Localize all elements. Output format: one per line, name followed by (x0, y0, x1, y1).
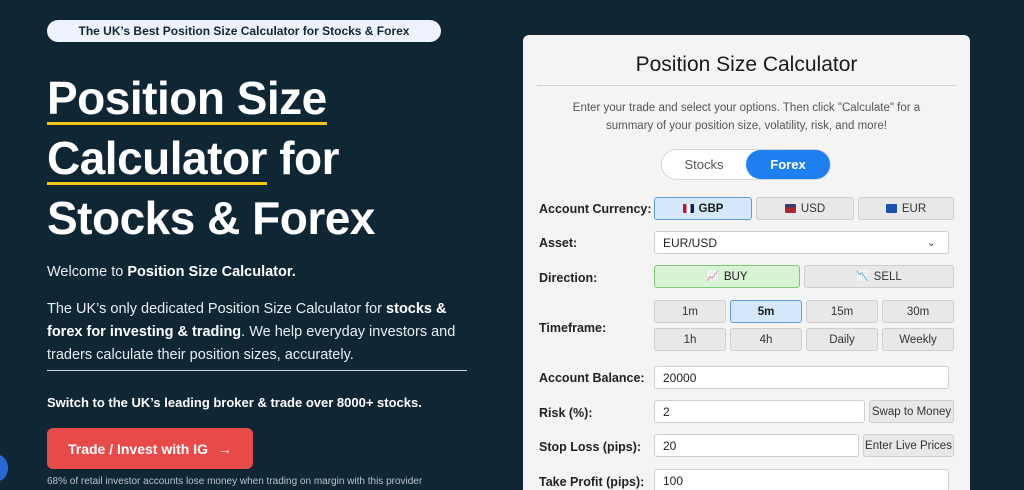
timeframe-daily-button[interactable]: Daily (806, 328, 878, 351)
asset-label: Asset: (539, 236, 578, 250)
top-banner: The UK’s Best Position Size Calculator f… (47, 20, 441, 42)
chart-down-icon: 📉 (856, 271, 869, 282)
take-profit-input[interactable]: 100 (654, 469, 949, 490)
trade-with-ig-button[interactable]: Trade / Invest with IG → (47, 428, 253, 469)
welcome-product-name: Position Size Calculator. (127, 264, 296, 280)
timeframe-1m-button[interactable]: 1m (654, 300, 726, 323)
timeframe-1h-button[interactable]: 1h (654, 328, 726, 351)
arrow-right-icon: → (218, 440, 233, 457)
stop-loss-label: Stop Loss (pips): (539, 440, 642, 454)
intro-paragraph: The UK’s only dedicated Position Size Ca… (47, 298, 467, 367)
enter-live-prices-button[interactable]: Enter Live Prices (863, 434, 954, 457)
mode-toggle: Stocks Forex (661, 149, 831, 180)
buy-label: BUY (723, 270, 748, 283)
timeframe-label: Timeframe: (539, 321, 607, 335)
chat-widget-button[interactable] (0, 455, 8, 481)
take-profit-label: Take Profit (pips): (539, 475, 645, 489)
title-line-3: Stocks & Forex (47, 192, 375, 244)
account-balance-input[interactable]: 20000 (654, 366, 949, 389)
page-title: Position Size Calculator for Stocks & Fo… (47, 68, 487, 248)
intro-part-1: The UK’s only dedicated Position Size Ca… (47, 301, 387, 317)
welcome-text: Welcome to Position Size Calculator. (47, 264, 296, 280)
timeframe-5m-button[interactable]: 5m (730, 300, 802, 323)
tab-stocks[interactable]: Stocks (662, 150, 746, 179)
direction-label: Direction: (539, 271, 598, 285)
title-line-1: Position Size (47, 72, 327, 125)
welcome-prefix: Welcome to (47, 264, 128, 280)
risk-input[interactable]: 2 (654, 400, 865, 423)
dollar-bill-icon (784, 204, 796, 213)
calculator-description: Enter your trade and select your options… (572, 102, 921, 132)
account-balance-label: Account Balance: (539, 371, 645, 385)
currency-usd-label: USD (800, 202, 826, 215)
currency-eur-label: EUR (901, 202, 927, 215)
switch-broker-text: Switch to the UK’s leading broker & trad… (47, 395, 422, 410)
title-line-2-rest: for (266, 132, 340, 184)
sell-button[interactable]: 📉 SELL (804, 265, 954, 288)
chart-up-icon: 📈 (706, 271, 719, 282)
title-divider (537, 85, 956, 86)
divider (47, 370, 467, 371)
timeframe-weekly-button[interactable]: Weekly (882, 328, 954, 351)
cta-label: Trade / Invest with IG (67, 440, 209, 457)
timeframe-15m-button[interactable]: 15m (806, 300, 878, 323)
banner-text: The UK’s Best Position Size Calculator f… (78, 24, 410, 38)
risk-label: Risk (%): (539, 406, 593, 420)
swap-to-money-button[interactable]: Swap to Money (869, 400, 954, 423)
currency-gbp-label: GBP (698, 202, 724, 215)
account-currency-label: Account Currency: (539, 202, 652, 216)
sell-label: SELL (873, 270, 902, 283)
chevron-down-icon: ⌄ (926, 237, 936, 249)
asset-value: EUR/USD (663, 235, 718, 250)
currency-eur-button[interactable]: EUR (858, 197, 954, 220)
currency-gbp-button[interactable]: GBP (654, 197, 752, 220)
currency-usd-button[interactable]: USD (756, 197, 854, 220)
stop-loss-input[interactable]: 20 (654, 434, 859, 457)
calculator-card: Position Size Calculator Enter your trad… (523, 35, 970, 490)
uk-flag-icon (682, 204, 694, 213)
title-underlined-word: Calculator (47, 132, 267, 185)
tab-forex[interactable]: Forex (746, 150, 830, 179)
asset-select[interactable]: EUR/USD ⌄ (654, 231, 949, 254)
calculator-title: Position Size Calculator (635, 53, 858, 76)
timeframe-30m-button[interactable]: 30m (882, 300, 954, 323)
risk-disclaimer: 68% of retail investor accounts lose mon… (47, 476, 423, 487)
buy-button[interactable]: 📈 BUY (654, 265, 800, 288)
euro-bill-icon (885, 204, 897, 213)
timeframe-4h-button[interactable]: 4h (730, 328, 802, 351)
